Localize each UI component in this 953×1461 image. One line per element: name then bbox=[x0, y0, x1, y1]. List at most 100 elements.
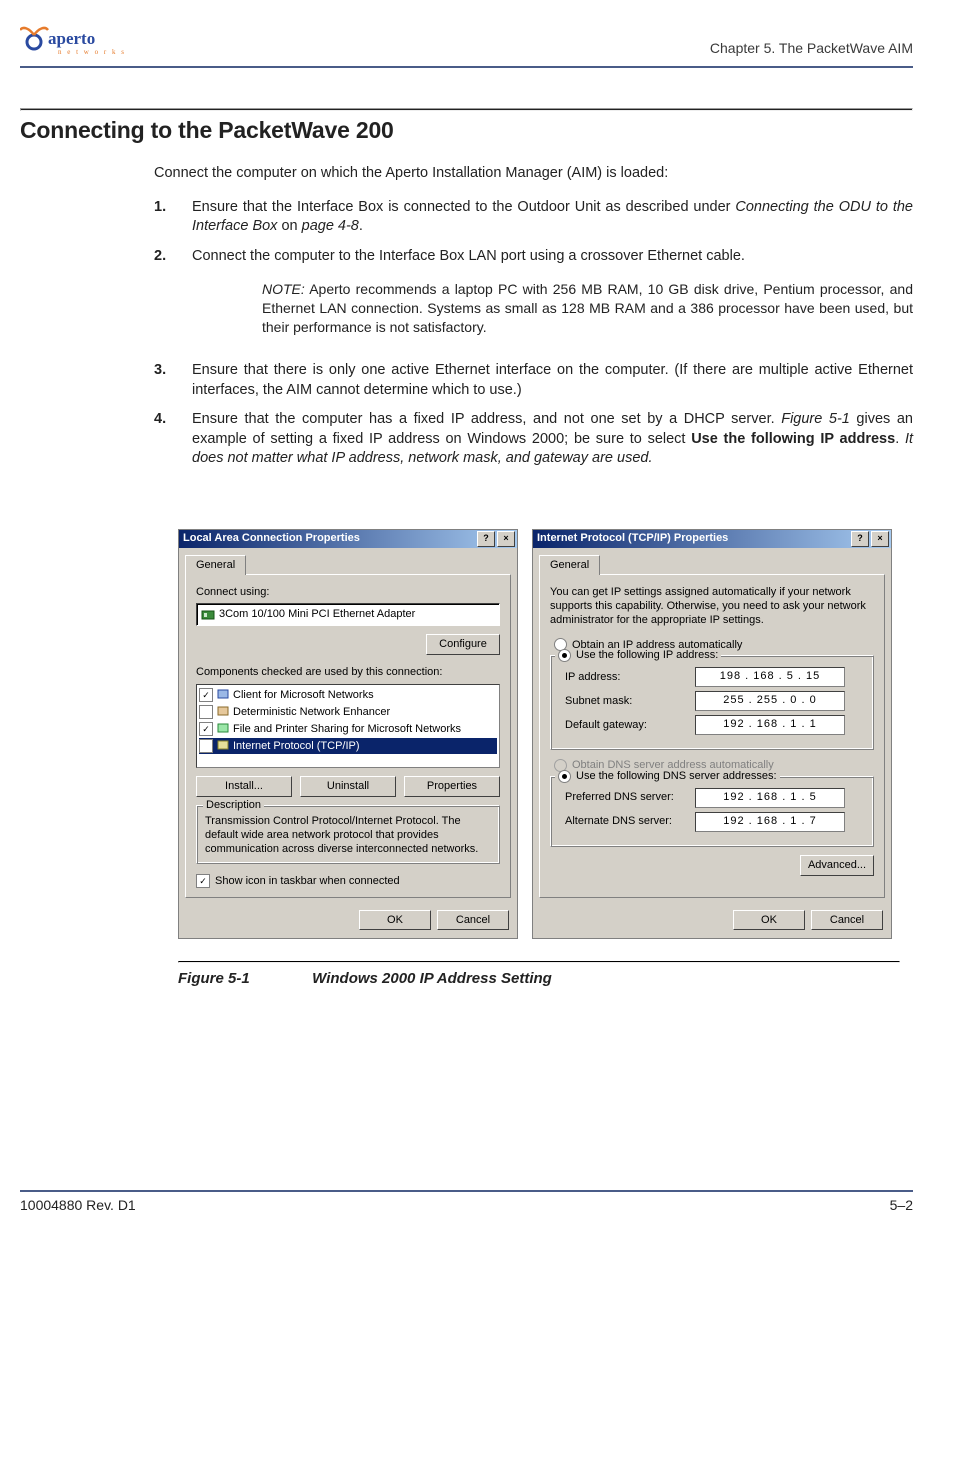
titlebar-text: Internet Protocol (TCP/IP) Properties bbox=[537, 531, 849, 546]
ok-button[interactable]: OK bbox=[359, 910, 431, 931]
component-item[interactable]: Deterministic Network Enhancer bbox=[199, 704, 497, 721]
help-button[interactable]: ? bbox=[477, 531, 495, 547]
intro-text: Connect the computer on which the Aperto… bbox=[154, 164, 913, 184]
svg-text:aperto: aperto bbox=[48, 29, 95, 48]
step-2: 2. Connect the computer to the Interface… bbox=[154, 247, 913, 351]
adapter-name: 3Com 10/100 Mini PCI Ethernet Adapter bbox=[219, 607, 415, 622]
checkbox-icon[interactable] bbox=[199, 705, 213, 719]
figure-number: Figure 5-1 bbox=[178, 969, 308, 989]
gateway-label: Default gateway: bbox=[565, 718, 695, 733]
step-body: Ensure that there is only one active Eth… bbox=[192, 361, 913, 400]
tab-strip: General bbox=[185, 554, 511, 574]
mask-input[interactable]: 255 . 255 . 0 . 0 bbox=[695, 691, 845, 711]
note-block: NOTE: Aperto recommends a laptop PC with… bbox=[262, 280, 913, 337]
step-body: Ensure that the computer has a fixed IP … bbox=[192, 410, 913, 469]
tab-general[interactable]: General bbox=[185, 555, 246, 575]
gateway-input[interactable]: 192 . 168 . 1 . 1 bbox=[695, 715, 845, 735]
footer-right: 5–2 bbox=[890, 1196, 913, 1215]
page-footer: 10004880 Rev. D1 5–2 bbox=[20, 1190, 913, 1215]
component-item[interactable]: ✓ Client for Microsoft Networks bbox=[199, 687, 497, 704]
note-label: NOTE: bbox=[262, 281, 305, 297]
advanced-button[interactable]: Advanced... bbox=[800, 855, 874, 876]
page-header: aperto n e t w o r k s Chapter 5. The Pa… bbox=[20, 20, 913, 62]
lan-properties-dialog: Local Area Connection Properties ? × Gen… bbox=[178, 529, 518, 940]
ip-input[interactable]: 198 . 168 . 5 . 15 bbox=[695, 667, 845, 687]
radio-use-dns[interactable]: Use the following DNS server addresses: bbox=[555, 769, 780, 784]
close-button[interactable]: × bbox=[497, 531, 515, 547]
step-body: Connect the computer to the Interface Bo… bbox=[192, 247, 913, 351]
description-text: Transmission Control Protocol/Internet P… bbox=[205, 814, 491, 857]
step-3: 3. Ensure that there is only one active … bbox=[154, 361, 913, 400]
nic-icon bbox=[201, 608, 215, 622]
service-icon bbox=[216, 705, 230, 719]
step-4: 4. Ensure that the computer has a fixed … bbox=[154, 410, 913, 469]
share-icon bbox=[216, 722, 230, 736]
description-group: Description Transmission Control Protoco… bbox=[196, 805, 500, 864]
dns1-label: Preferred DNS server: bbox=[565, 790, 695, 805]
ip-row: IP address: 198 . 168 . 5 . 15 bbox=[565, 667, 863, 687]
section-title: Connecting to the PacketWave 200 bbox=[20, 111, 913, 146]
header-rule bbox=[20, 66, 913, 68]
uninstall-button[interactable]: Uninstall bbox=[300, 776, 396, 797]
step-number: 4. bbox=[154, 410, 192, 469]
aperto-logo: aperto n e t w o r k s bbox=[20, 20, 130, 58]
step-body: Ensure that the Interface Box is connect… bbox=[192, 198, 913, 237]
ip-label: IP address: bbox=[565, 670, 695, 685]
mask-label: Subnet mask: bbox=[565, 694, 695, 709]
figure-caption: Figure 5-1 Windows 2000 IP Address Setti… bbox=[178, 969, 913, 989]
tab-strip: General bbox=[539, 554, 885, 574]
tab-general[interactable]: General bbox=[539, 555, 600, 575]
radio-icon[interactable] bbox=[558, 770, 571, 783]
install-button[interactable]: Install... bbox=[196, 776, 292, 797]
chapter-title: Chapter 5. The PacketWave AIM bbox=[710, 39, 913, 58]
description-label: Description bbox=[203, 798, 264, 813]
titlebar: Internet Protocol (TCP/IP) Properties ? … bbox=[533, 530, 891, 548]
component-buttons: Install... Uninstall Properties bbox=[196, 776, 500, 797]
gateway-row: Default gateway: 192 . 168 . 1 . 1 bbox=[565, 715, 863, 735]
step-number: 2. bbox=[154, 247, 192, 351]
configure-button[interactable]: Configure bbox=[426, 634, 500, 655]
dns-group: Use the following DNS server addresses: … bbox=[550, 776, 874, 847]
checkbox-icon[interactable]: ✓ bbox=[196, 874, 210, 888]
step-1: 1. Ensure that the Interface Box is conn… bbox=[154, 198, 913, 237]
dns2-label: Alternate DNS server: bbox=[565, 814, 695, 829]
ok-button[interactable]: OK bbox=[733, 910, 805, 931]
cancel-button[interactable]: Cancel bbox=[437, 910, 509, 931]
checkbox-icon[interactable]: ✓ bbox=[199, 688, 213, 702]
step-number: 1. bbox=[154, 198, 192, 237]
figure-title: Windows 2000 IP Address Setting bbox=[312, 970, 552, 987]
steps-list: 1. Ensure that the Interface Box is conn… bbox=[154, 198, 913, 469]
svg-text:n e t w o r k s: n e t w o r k s bbox=[58, 48, 126, 56]
checkbox-icon[interactable]: ✓ bbox=[199, 722, 213, 736]
footer-left: 10004880 Rev. D1 bbox=[20, 1196, 136, 1215]
radio-use-ip[interactable]: Use the following IP address: bbox=[555, 648, 721, 663]
cancel-button[interactable]: Cancel bbox=[811, 910, 883, 931]
properties-button[interactable]: Properties bbox=[404, 776, 500, 797]
component-item[interactable]: ✓ File and Printer Sharing for Microsoft… bbox=[199, 721, 497, 738]
dns2-input[interactable]: 192 . 168 . 1 . 7 bbox=[695, 812, 845, 832]
component-list[interactable]: ✓ Client for Microsoft Networks Determin… bbox=[196, 684, 500, 768]
tab-panel: Connect using: 3Com 10/100 Mini PCI Ethe… bbox=[185, 574, 511, 898]
dns1-input[interactable]: 192 . 168 . 1 . 5 bbox=[695, 788, 845, 808]
show-icon-row[interactable]: ✓ Show icon in taskbar when connected bbox=[196, 874, 500, 889]
component-item-selected[interactable]: ✓ Internet Protocol (TCP/IP) bbox=[199, 738, 497, 755]
connect-using-label: Connect using: bbox=[196, 585, 500, 600]
close-button[interactable]: × bbox=[871, 531, 889, 547]
titlebar: Local Area Connection Properties ? × bbox=[179, 530, 517, 548]
checkbox-icon[interactable]: ✓ bbox=[199, 739, 213, 753]
figure-rule bbox=[178, 961, 900, 963]
step-number: 3. bbox=[154, 361, 192, 400]
adapter-box: 3Com 10/100 Mini PCI Ethernet Adapter bbox=[196, 603, 500, 626]
mask-row: Subnet mask: 255 . 255 . 0 . 0 bbox=[565, 691, 863, 711]
tcpip-properties-dialog: Internet Protocol (TCP/IP) Properties ? … bbox=[532, 529, 892, 940]
components-label: Components checked are used by this conn… bbox=[196, 665, 500, 680]
show-icon-label: Show icon in taskbar when connected bbox=[215, 874, 400, 889]
note-body: Aperto recommends a laptop PC with 256 M… bbox=[262, 281, 913, 335]
radio-icon[interactable] bbox=[558, 649, 571, 662]
dns2-row: Alternate DNS server: 192 . 168 . 1 . 7 bbox=[565, 812, 863, 832]
help-button[interactable]: ? bbox=[851, 531, 869, 547]
tab-panel: You can get IP settings assigned automat… bbox=[539, 574, 885, 898]
figure-area: Local Area Connection Properties ? × Gen… bbox=[178, 529, 913, 940]
titlebar-text: Local Area Connection Properties bbox=[183, 531, 475, 546]
info-text: You can get IP settings assigned automat… bbox=[550, 585, 874, 628]
